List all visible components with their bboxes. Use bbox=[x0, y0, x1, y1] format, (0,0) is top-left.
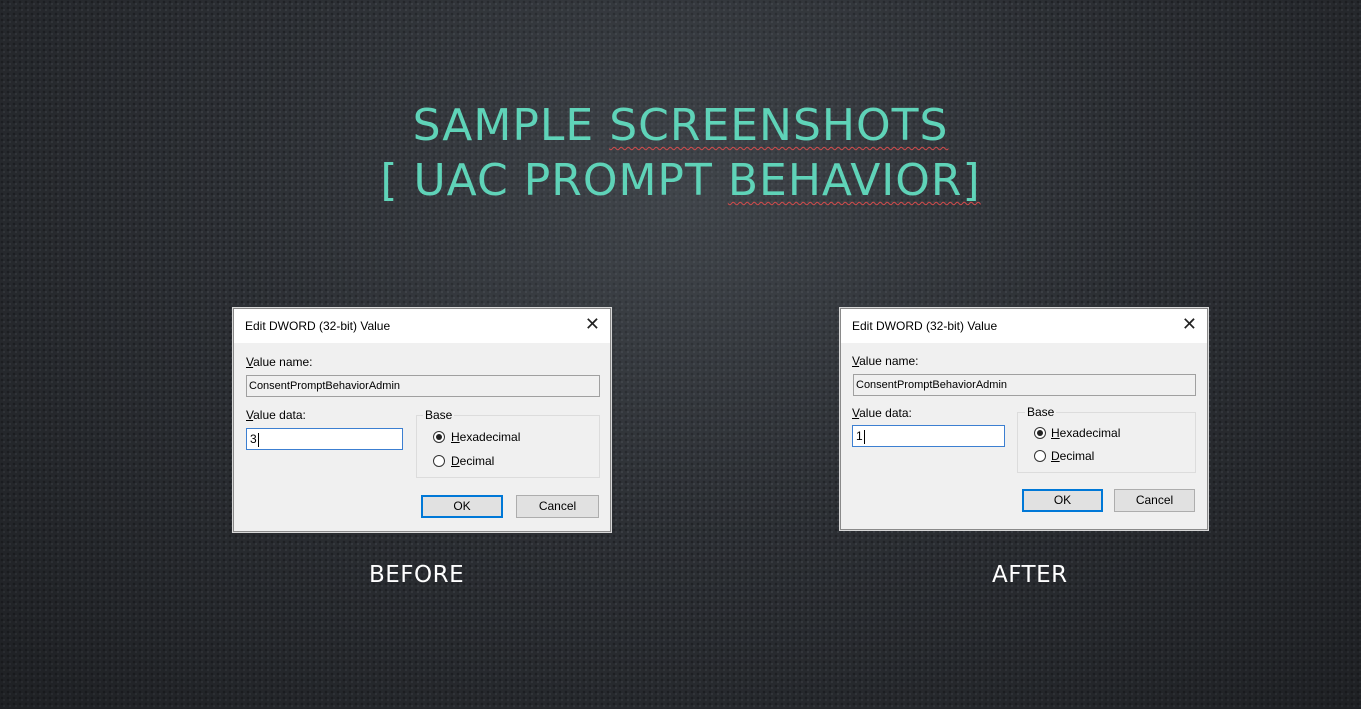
value-name-label: Value name: bbox=[852, 354, 919, 368]
dialog-title: Edit DWORD (32-bit) Value bbox=[245, 319, 391, 333]
after-edit-dword-dialog: Edit DWORD (32-bit) Value ✕ Value name: … bbox=[840, 308, 1208, 530]
close-icon[interactable]: ✕ bbox=[585, 315, 600, 333]
base-groupbox bbox=[1017, 412, 1196, 473]
base-label: Base bbox=[1025, 405, 1057, 419]
ok-button[interactable]: OK bbox=[421, 495, 503, 518]
value-data-label: Value data: bbox=[246, 408, 306, 422]
title-words-uac-prompt: [ UAC PROMPT bbox=[380, 155, 713, 206]
before-caption: BEFORE bbox=[369, 562, 465, 588]
slide-title-line-2: [ UAC PROMPT BEHAVIOR] bbox=[0, 159, 1361, 203]
decimal-label[interactable]: Decimal bbox=[451, 454, 494, 468]
value-data-input[interactable]: 3 bbox=[246, 428, 403, 450]
decimal-radio[interactable] bbox=[1034, 450, 1046, 462]
hexadecimal-label[interactable]: Hexadecimal bbox=[451, 430, 520, 444]
value-name-field: ConsentPromptBehaviorAdmin bbox=[853, 374, 1196, 396]
decimal-label[interactable]: Decimal bbox=[1051, 449, 1094, 463]
decimal-radio[interactable] bbox=[433, 455, 445, 467]
hexadecimal-label[interactable]: Hexadecimal bbox=[1051, 426, 1120, 440]
hexadecimal-radio[interactable] bbox=[1034, 427, 1046, 439]
text-caret bbox=[257, 432, 259, 447]
dialog-title: Edit DWORD (32-bit) Value bbox=[852, 319, 998, 333]
title-word-behavior: BEHAVIOR] bbox=[727, 155, 981, 206]
before-edit-dword-dialog: Edit DWORD (32-bit) Value ✕ Value name: … bbox=[233, 308, 611, 532]
cancel-button[interactable]: Cancel bbox=[516, 495, 599, 518]
dialog-titlebar: Edit DWORD (32-bit) Value ✕ bbox=[841, 309, 1207, 343]
value-data-label: Value data: bbox=[852, 406, 912, 420]
close-icon[interactable]: ✕ bbox=[1182, 315, 1197, 333]
title-word-screenshots: SCREENSHOTS bbox=[609, 100, 949, 151]
dialog-titlebar: Edit DWORD (32-bit) Value ✕ bbox=[234, 309, 610, 343]
cancel-button[interactable]: Cancel bbox=[1114, 489, 1195, 512]
text-caret bbox=[863, 429, 865, 444]
hexadecimal-radio[interactable] bbox=[433, 431, 445, 443]
base-label: Base bbox=[423, 408, 455, 422]
base-groupbox bbox=[416, 415, 600, 478]
value-name-label: Value name: bbox=[246, 355, 313, 369]
slide-title-line-1: SAMPLE SCREENSHOTS bbox=[0, 104, 1361, 148]
value-data-input[interactable]: 1 bbox=[852, 425, 1005, 447]
value-name-field: ConsentPromptBehaviorAdmin bbox=[246, 375, 600, 397]
after-caption: AFTER bbox=[992, 562, 1068, 588]
ok-button[interactable]: OK bbox=[1022, 489, 1103, 512]
title-word-sample: SAMPLE bbox=[412, 100, 595, 151]
